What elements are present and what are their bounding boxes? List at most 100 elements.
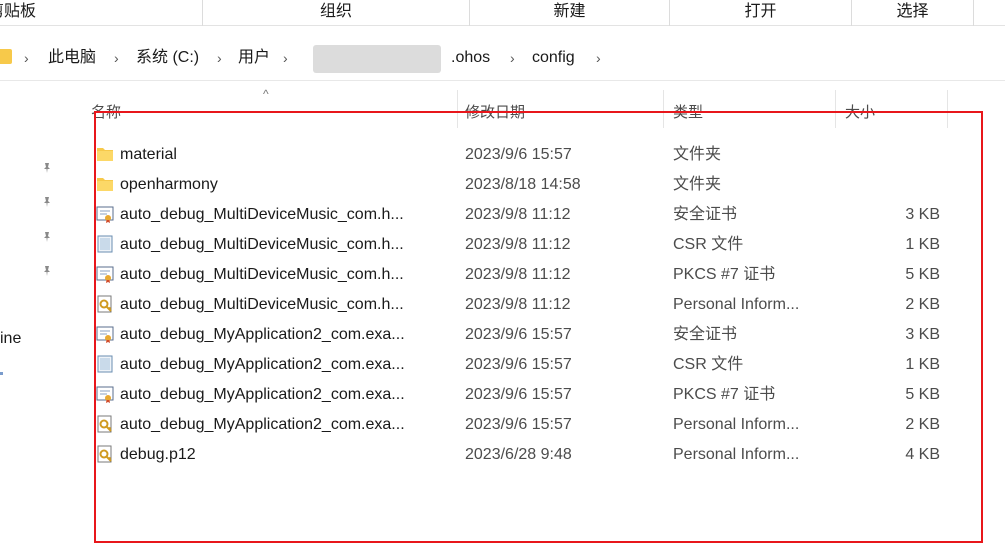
file-date: 2023/9/8 11:12 [465, 206, 571, 223]
file-date: 2023/9/6 15:57 [465, 356, 572, 373]
folder-icon [0, 49, 12, 64]
file-name: auto_debug_MyApplication2_com.exa... [120, 356, 405, 373]
ribbon-group-select[interactable]: 选择 [852, 0, 974, 26]
ribbon-group-new[interactable]: 新建 [470, 0, 670, 26]
file-row[interactable]: auto_debug_MyApplication2_com.exa... 202… [85, 380, 955, 410]
chevron-right-icon[interactable]: › [510, 48, 515, 68]
breadcrumb-config[interactable]: config [532, 48, 575, 68]
file-date: 2023/9/6 15:57 [465, 146, 572, 163]
file-type: 安全证书 [673, 206, 738, 223]
column-divider[interactable] [947, 90, 948, 128]
pin-icon[interactable] [41, 230, 53, 242]
file-size: 1 KB [905, 236, 940, 253]
navigation-pane: ine [0, 82, 66, 559]
file-row[interactable]: auto_debug_MultiDeviceMusic_com.h... 202… [85, 200, 955, 230]
certificate-icon [95, 204, 115, 224]
file-type: 文件夹 [673, 176, 722, 193]
column-header-date[interactable]: 修改日期 [465, 101, 525, 122]
file-type: Personal Inform... [673, 446, 800, 463]
file-date: 2023/9/8 11:12 [465, 266, 571, 283]
file-date: 2023/9/6 15:57 [465, 416, 572, 433]
file-name: auto_debug_MultiDeviceMusic_com.h... [120, 236, 404, 253]
breadcrumb-this-pc[interactable]: 此电脑 [48, 48, 96, 68]
file-name: auto_debug_MyApplication2_com.exa... [120, 416, 405, 433]
address-bar[interactable]: › 此电脑 › 系统 (C:) › 用户 › .ohos › config › [0, 37, 1005, 81]
column-header-size[interactable]: 大小 [845, 101, 875, 122]
file-row[interactable]: auto_debug_MultiDeviceMusic_com.h... 202… [85, 290, 955, 320]
file-date: 2023/6/28 9:48 [465, 446, 572, 463]
folder-icon [95, 174, 115, 194]
personal-info-exchange-icon [95, 294, 115, 314]
ribbon-group-organize[interactable]: 组织 [203, 0, 470, 26]
ribbon-group-clipboard[interactable]: 剪贴板 [0, 0, 203, 26]
file-name: material [120, 146, 177, 163]
file-name: debug.p12 [120, 446, 196, 463]
file-size: 2 KB [905, 296, 940, 313]
chevron-right-icon[interactable]: › [217, 48, 222, 68]
file-row[interactable]: auto_debug_MultiDeviceMusic_com.h... 202… [85, 230, 955, 260]
column-divider[interactable] [835, 90, 836, 128]
file-row[interactable]: openharmony 2023/8/18 14:58 文件夹 [85, 170, 955, 200]
column-header-name[interactable]: 名称 [91, 101, 121, 122]
file-row[interactable]: auto_debug_MultiDeviceMusic_com.h... 202… [85, 260, 955, 290]
pin-icon[interactable] [41, 264, 53, 276]
file-name: openharmony [120, 176, 218, 193]
file-row[interactable]: auto_debug_MyApplication2_com.exa... 202… [85, 410, 955, 440]
file-size: 4 KB [905, 446, 940, 463]
file-type: 文件夹 [673, 146, 722, 163]
file-name: auto_debug_MultiDeviceMusic_com.h... [120, 206, 404, 223]
file-size: 5 KB [905, 386, 940, 403]
breadcrumb-ohos[interactable]: .ohos [451, 48, 490, 68]
chevron-right-icon[interactable]: › [24, 48, 29, 68]
column-header-type[interactable]: 类型 [673, 101, 703, 122]
certificate-icon [95, 384, 115, 404]
file-type: Personal Inform... [673, 416, 800, 433]
certificate-icon [95, 324, 115, 344]
file-row[interactable]: auto_debug_MyApplication2_com.exa... 202… [85, 350, 955, 380]
chevron-right-icon[interactable]: › [283, 48, 288, 68]
file-type: PKCS #7 证书 [673, 386, 776, 403]
file-date: 2023/9/6 15:57 [465, 326, 572, 343]
personal-info-exchange-icon [95, 444, 115, 464]
file-date: 2023/9/8 11:12 [465, 236, 571, 253]
redacted-username [313, 45, 441, 73]
pin-icon[interactable] [41, 195, 53, 207]
file-name: auto_debug_MyApplication2_com.exa... [120, 326, 405, 343]
file-type: CSR 文件 [673, 236, 744, 253]
file-size: 3 KB [905, 206, 940, 223]
nav-item-fragment[interactable]: ine [0, 330, 21, 348]
column-headers: 名称 修改日期 类型 大小 [85, 90, 985, 130]
file-type: 安全证书 [673, 326, 738, 343]
file-size: 5 KB [905, 266, 940, 283]
file-name: auto_debug_MultiDeviceMusic_com.h... [120, 266, 404, 283]
nav-indicator [0, 372, 3, 375]
file-date: 2023/9/6 15:57 [465, 386, 572, 403]
ribbon-group-open[interactable]: 打开 [670, 0, 852, 26]
chevron-right-icon[interactable]: › [114, 48, 119, 68]
file-size: 3 KB [905, 326, 940, 343]
csr-file-icon [95, 234, 115, 254]
ribbon-group-headers: 剪贴板 组织 新建 打开 选择 [0, 0, 1005, 26]
file-row[interactable]: material 2023/9/6 15:57 文件夹 [85, 140, 955, 170]
file-size: 2 KB [905, 416, 940, 433]
file-type: CSR 文件 [673, 356, 744, 373]
file-date: 2023/9/8 11:12 [465, 296, 571, 313]
personal-info-exchange-icon [95, 414, 115, 434]
breadcrumb-users[interactable]: 用户 [238, 48, 270, 68]
breadcrumb-system-c[interactable]: 系统 (C:) [136, 48, 199, 68]
csr-file-icon [95, 354, 115, 374]
file-date: 2023/8/18 14:58 [465, 176, 581, 193]
file-row[interactable]: auto_debug_MyApplication2_com.exa... 202… [85, 320, 955, 350]
file-type: PKCS #7 证书 [673, 266, 776, 283]
file-size: 1 KB [905, 356, 940, 373]
file-name: auto_debug_MyApplication2_com.exa... [120, 386, 405, 403]
column-divider[interactable] [663, 90, 664, 128]
file-name: auto_debug_MultiDeviceMusic_com.h... [120, 296, 404, 313]
pin-icon[interactable] [41, 161, 53, 173]
folder-icon [95, 144, 115, 164]
certificate-icon [95, 264, 115, 284]
file-row[interactable]: debug.p12 2023/6/28 9:48 Personal Inform… [85, 440, 955, 470]
file-type: Personal Inform... [673, 296, 800, 313]
chevron-right-icon[interactable]: › [596, 48, 601, 68]
column-divider[interactable] [457, 90, 458, 128]
